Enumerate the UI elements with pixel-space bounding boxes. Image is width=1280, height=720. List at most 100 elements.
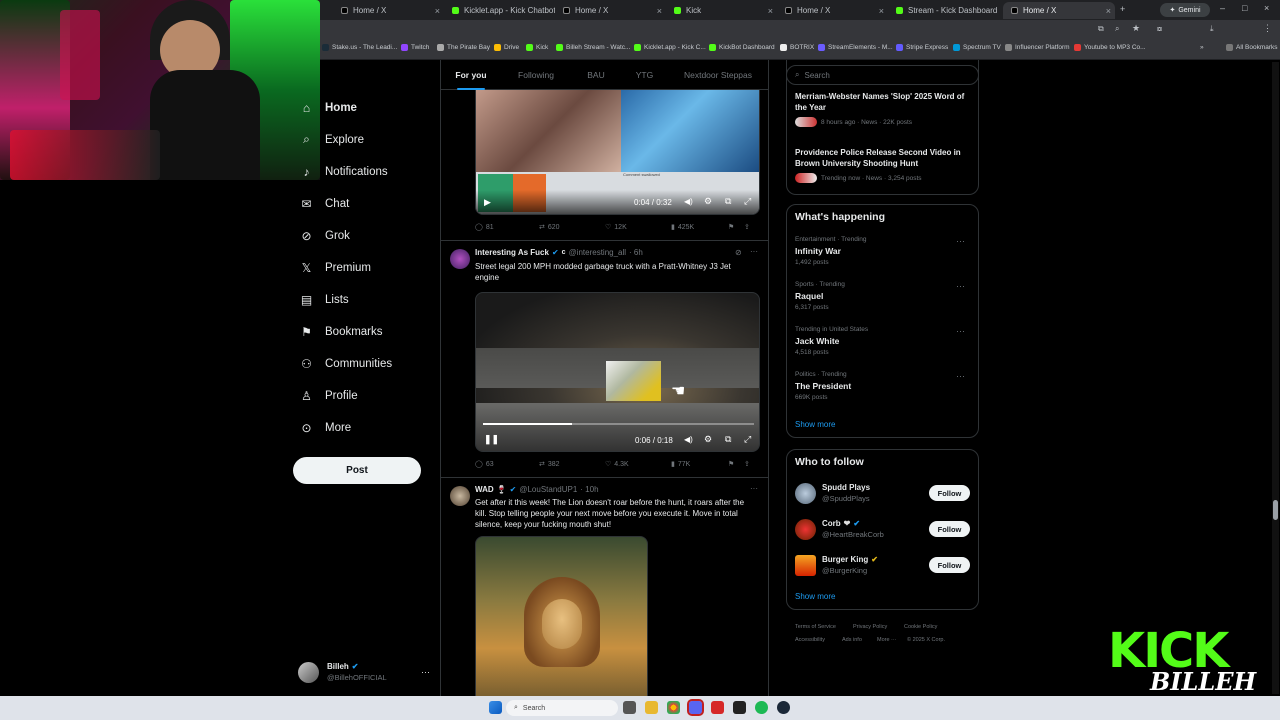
- play-icon[interactable]: ▶: [484, 197, 491, 208]
- bookmark-overflow-icon[interactable]: »: [1200, 44, 1204, 51]
- fullscreen-icon[interactable]: ⤢: [744, 196, 751, 207]
- settings-icon[interactable]: ⚙: [704, 196, 712, 207]
- app-icon[interactable]: [711, 701, 724, 714]
- sidebar-item-more[interactable]: ⊙ More: [300, 421, 351, 435]
- close-tab-icon[interactable]: ×: [657, 6, 666, 16]
- browser-tab[interactable]: Kick ×: [666, 2, 777, 19]
- avatar[interactable]: [450, 249, 470, 269]
- bookmark-item[interactable]: Youtube to MP3 Co...: [1074, 44, 1146, 51]
- more-dots-icon[interactable]: ···: [750, 247, 758, 256]
- bookmark-item[interactable]: Influencer Platform: [1005, 44, 1070, 51]
- close-tab-icon[interactable]: ×: [768, 6, 777, 16]
- terminal-icon[interactable]: [733, 701, 746, 714]
- star-icon[interactable]: ★: [1132, 23, 1140, 34]
- bookmark-item[interactable]: Billeh Stream - Watc...: [556, 44, 630, 51]
- sidebar-item-home[interactable]: ⌂ Home: [300, 101, 357, 115]
- maximize-icon[interactable]: □: [1242, 3, 1247, 13]
- browser-tab[interactable]: Home / X ×: [555, 2, 666, 19]
- follow-button[interactable]: Follow: [929, 521, 970, 537]
- chrome-icon[interactable]: [667, 701, 680, 714]
- menu-icon[interactable]: ⋮: [1263, 23, 1272, 34]
- bookmark-item[interactable]: Drive: [494, 44, 519, 51]
- footer-link[interactable]: Accessibility: [795, 637, 825, 643]
- sidebar-item-premium[interactable]: 𝕏 Premium: [300, 261, 371, 275]
- bookmark-item[interactable]: Kicklet.app - Kick C...: [634, 44, 706, 51]
- post-video[interactable]: ☚ ❚❚ 0:06 / 0:18 ◀) ⚙ ⧉ ⤢: [475, 292, 760, 452]
- more-dots-icon[interactable]: ···: [956, 371, 965, 381]
- bookmark-icon[interactable]: ⚑: [728, 223, 744, 231]
- follow-suggestion[interactable]: Spudd Plays @SpuddPlays Follow: [795, 482, 970, 504]
- settings-icon[interactable]: ⚙: [704, 434, 712, 445]
- sidebar-item-notifications[interactable]: ♪ Notifications: [300, 165, 388, 179]
- browser-tab[interactable]: Home / X ×: [333, 2, 444, 19]
- pip-icon[interactable]: ⧉: [725, 196, 731, 207]
- all-bookmarks[interactable]: All Bookmarks: [1226, 44, 1278, 51]
- close-tab-icon[interactable]: ×: [1106, 6, 1115, 16]
- task-view-icon[interactable]: [623, 701, 636, 714]
- show-more-link[interactable]: Show more: [795, 420, 835, 429]
- steam-icon[interactable]: [777, 701, 790, 714]
- like-button[interactable]: ♡ 12K: [605, 223, 671, 232]
- news-item-title[interactable]: Merriam-Webster Names 'Slop' 2025 Word o…: [795, 92, 970, 113]
- bookmark-item[interactable]: The Pirate Bay: [437, 44, 490, 51]
- repost-button[interactable]: ⇄ 620: [539, 223, 605, 232]
- bookmark-item[interactable]: Stripe Express: [896, 44, 948, 51]
- file-explorer-icon[interactable]: [645, 701, 658, 714]
- sidebar-item-bookmarks[interactable]: ⚑ Bookmarks: [300, 325, 382, 339]
- sidebar-item-profile[interactable]: ♙ Profile: [300, 389, 358, 403]
- zoom-icon[interactable]: ⌕: [1115, 24, 1119, 34]
- post-button[interactable]: Post: [293, 457, 421, 484]
- avatar[interactable]: [450, 486, 470, 506]
- tab-nextdoor-steppas[interactable]: Nextdoor Steppas: [668, 70, 768, 80]
- minimize-icon[interactable]: –: [1220, 3, 1225, 13]
- sidebar-item-lists[interactable]: ▤ Lists: [300, 293, 349, 307]
- close-tab-icon[interactable]: ×: [879, 6, 888, 16]
- download-icon[interactable]: ⤓: [1210, 24, 1214, 34]
- pip-icon[interactable]: ⧉: [725, 434, 731, 445]
- browser-tab[interactable]: Home / X ×: [777, 2, 888, 19]
- page-scrollbar[interactable]: [1272, 62, 1279, 694]
- repost-button[interactable]: ⇄ 382: [539, 460, 605, 469]
- follow-button[interactable]: Follow: [929, 557, 970, 573]
- more-dots-icon[interactable]: ···: [956, 326, 965, 336]
- show-more-link[interactable]: Show more: [795, 592, 835, 601]
- news-item-title[interactable]: Providence Police Release Second Video i…: [795, 148, 970, 169]
- bookmark-icon[interactable]: ⚑: [728, 460, 744, 468]
- pause-icon[interactable]: ❚❚: [484, 434, 499, 445]
- browser-tab[interactable]: Stream - Kick Dashboard×: [888, 2, 999, 19]
- tab-for-you[interactable]: For you: [441, 70, 501, 90]
- grok-icon[interactable]: ⊘: [735, 248, 742, 257]
- post-video[interactable]: Comment swallowed ▶ 0:04 / 0:32 ◀) ⚙ ⧉ ⤢: [475, 90, 760, 215]
- follow-button[interactable]: Follow: [929, 485, 970, 501]
- taskbar-search[interactable]: ⌕ Search: [506, 700, 618, 716]
- follow-suggestion[interactable]: Corb ❤ ✔ @HeartBreakCorb Follow: [795, 518, 970, 540]
- new-tab-icon[interactable]: +: [1120, 4, 1125, 14]
- browser-tab[interactable]: Kicklet.app - Kick Chatbot a...×: [444, 2, 555, 19]
- tab-ytg[interactable]: YTG: [621, 70, 668, 80]
- post-image-lion[interactable]: [475, 536, 648, 696]
- footer-link[interactable]: More ···: [877, 637, 897, 643]
- spotify-icon[interactable]: [755, 701, 768, 714]
- share-icon[interactable]: ⇪: [744, 460, 750, 468]
- fullscreen-icon[interactable]: ⤢: [744, 434, 751, 445]
- extensions-icon[interactable]: ⧇: [1157, 24, 1162, 34]
- volume-icon[interactable]: ◀): [684, 197, 693, 206]
- footer-link[interactable]: Cookie Policy: [904, 624, 937, 630]
- volume-icon[interactable]: ◀): [684, 435, 693, 444]
- screen-share-icon[interactable]: ⧉: [1098, 24, 1104, 34]
- trend-item[interactable]: Entertainment · Trending Infinity War 1,…: [795, 236, 970, 266]
- tab-following[interactable]: Following: [501, 70, 571, 80]
- trend-item[interactable]: Trending in United States Jack White 4,5…: [795, 326, 970, 356]
- more-dots-icon[interactable]: ···: [421, 667, 430, 677]
- trend-item[interactable]: Sports · Trending Raquel 6,317 posts ···: [795, 281, 970, 311]
- browser-tab-active[interactable]: Home / X ×: [1003, 2, 1115, 19]
- gemini-button[interactable]: ✦ Gemini: [1160, 3, 1210, 17]
- like-button[interactable]: ♡ 4.3K: [605, 460, 671, 469]
- discord-icon[interactable]: [687, 699, 704, 716]
- views-button[interactable]: ▮ 77K: [671, 460, 728, 469]
- more-dots-icon[interactable]: ···: [750, 484, 758, 493]
- more-dots-icon[interactable]: ···: [956, 236, 965, 246]
- sidebar-item-chat[interactable]: ✉ Chat: [300, 197, 349, 211]
- more-dots-icon[interactable]: ···: [956, 281, 965, 291]
- bookmark-item[interactable]: Spectrum TV: [953, 44, 1001, 51]
